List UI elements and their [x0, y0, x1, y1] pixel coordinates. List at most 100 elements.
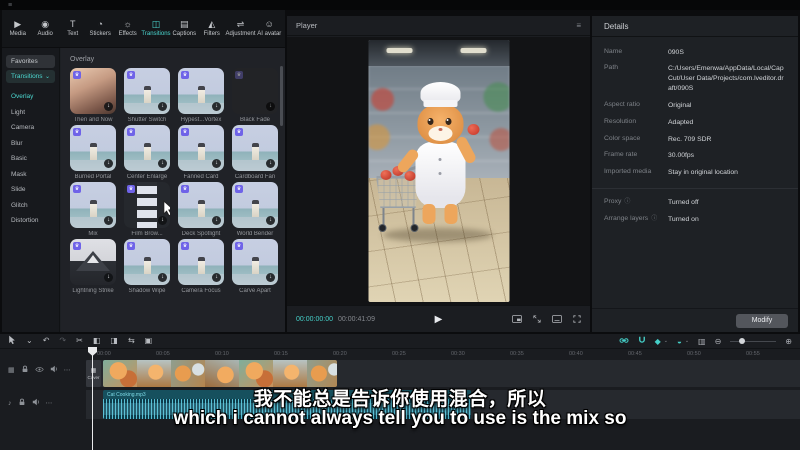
sidebar-item-glitch[interactable]: Glitch: [2, 198, 59, 214]
trim-right-icon[interactable]: ◨: [110, 336, 118, 346]
transition-item-shadow-wipe[interactable]: ♛↓Shadow Wipe: [124, 239, 170, 296]
toolbar-tab-transitions[interactable]: ◫Transitions: [141, 20, 170, 37]
chevron-down-icon[interactable]: ⌄: [685, 338, 689, 344]
sidebar-item-mask[interactable]: Mask: [2, 167, 59, 183]
keyframe-icon[interactable]: ◆: [655, 337, 661, 346]
timeline-zoom-slider[interactable]: [730, 337, 776, 345]
transition-item-cardboard-fan[interactable]: ♛↓Cardboard Fan: [232, 125, 278, 182]
cat-eye: [445, 118, 451, 125]
sidebar-item-overlay[interactable]: Overlay: [2, 89, 59, 105]
toolbar-tab-captions[interactable]: ▤Captions: [171, 20, 198, 37]
pip-icon[interactable]: [512, 310, 522, 328]
zoom-in-icon[interactable]: ⊕: [785, 337, 792, 346]
transition-item-deck-spotlight[interactable]: ♛↓Deck Spotlight: [178, 182, 224, 239]
sidebar-item-transitions[interactable]: Transitions ⌄: [6, 70, 55, 83]
sidebar-item-distortion[interactable]: Distortion: [2, 213, 59, 229]
tomato: [380, 170, 391, 180]
split-icon[interactable]: ✂: [76, 336, 83, 346]
sidebar-item-basic[interactable]: Basic: [2, 151, 59, 167]
track-type-icon[interactable]: ▦: [8, 367, 15, 375]
shopping-cart: [376, 176, 420, 208]
crop-icon[interactable]: ▣: [145, 336, 153, 346]
transition-item-then-and-now[interactable]: ♛↓Then and Now: [70, 68, 116, 125]
zoom-slider-thumb[interactable]: [739, 338, 745, 344]
trim-left-icon[interactable]: ◧: [93, 336, 101, 346]
redo-icon[interactable]: ↷: [59, 336, 66, 346]
transition-item-world-bender[interactable]: ♛↓World Bender: [232, 182, 278, 239]
ruler-tick-label: 00:05: [156, 351, 170, 357]
lock-icon[interactable]: [21, 365, 29, 376]
more-icon[interactable]: ⋯: [64, 367, 71, 375]
video-frame-thumbnail: [273, 360, 307, 387]
cover-button[interactable]: ▦ Cover: [86, 360, 101, 387]
magnet-icon[interactable]: [638, 336, 646, 346]
player-menu-icon[interactable]: ≡: [576, 21, 581, 30]
details-fields: Name090SPathC:/Users/Emenwa/AppData/Loca…: [592, 37, 798, 228]
transition-item-carve-apart[interactable]: ♛↓Carve Apart: [232, 239, 278, 296]
vip-badge-icon: ♛: [73, 128, 81, 136]
fullscreen-icon[interactable]: [573, 310, 581, 328]
chevron-down-icon[interactable]: ⌄: [26, 336, 33, 346]
transition-item-hypest-vortex[interactable]: ♛↓Hypest...Vortex: [178, 68, 224, 125]
transition-name: Film Brow...: [121, 231, 173, 237]
toolbar-tab-text[interactable]: TText: [59, 20, 86, 37]
preview-image: [368, 40, 509, 302]
chef-hat-band: [423, 100, 457, 107]
info-icon[interactable]: ⓘ: [651, 215, 657, 223]
transition-item-burned-portal[interactable]: ♛↓Burned Portal: [70, 125, 116, 182]
toolbar-tab-label: Captions: [172, 31, 196, 37]
app-menu-icon[interactable]: ≡: [8, 2, 12, 9]
coat-button: [438, 158, 441, 161]
transition-item-mix[interactable]: ♛↓Mix: [70, 182, 116, 239]
info-icon[interactable]: ⓘ: [624, 198, 630, 206]
transition-name: Fanned Card: [175, 174, 227, 180]
scale-icon[interactable]: [533, 310, 541, 328]
toolbar-tab-adjustment[interactable]: ⇌Adjustment: [226, 20, 256, 37]
toolbar-tab-effects[interactable]: ☼Effects: [114, 20, 141, 37]
transition-item-film-brow-[interactable]: ♛↓Film Brow...: [124, 182, 170, 239]
auto-snap-icon[interactable]: ◒: [677, 337, 682, 346]
toolbar-tab-audio[interactable]: ◉Audio: [31, 20, 58, 37]
ratio-icon[interactable]: [552, 310, 562, 328]
toolbar-tab-filters[interactable]: ◭Filters: [198, 20, 225, 37]
ceiling: [368, 40, 509, 66]
zoom-out-icon[interactable]: ⊖: [715, 337, 722, 346]
play-button[interactable]: ▶: [435, 314, 443, 325]
ruler-tick-label: 00:35: [510, 351, 524, 357]
select-tool-icon[interactable]: [8, 335, 16, 348]
toolbar-tab-stickers[interactable]: ◔Stickers: [86, 20, 113, 37]
transition-item-lightning-strike[interactable]: ♛↓Lightning Strike: [70, 239, 116, 296]
video-clip[interactable]: [103, 360, 337, 387]
transition-item-shutter-switch[interactable]: ♛↓Shutter Switch: [124, 68, 170, 125]
preview-canvas[interactable]: [287, 37, 590, 305]
sidebar-item-camera[interactable]: Camera: [2, 120, 59, 136]
vip-badge-icon: ♛: [127, 242, 135, 250]
grid-scrollbar[interactable]: [280, 66, 283, 126]
transition-item-camera-focus[interactable]: ♛↓Camera Focus: [178, 239, 224, 296]
sidebar-item-blur[interactable]: Blur: [2, 136, 59, 152]
reverse-icon[interactable]: ⇆: [128, 336, 135, 346]
hide-icon[interactable]: [35, 366, 44, 376]
toolbar-tab-ai-avatar[interactable]: ☺AI avatar: [256, 20, 283, 37]
transition-thumbnail: ♛↓: [232, 125, 278, 171]
transition-item-black-fade[interactable]: ♛↓Black Fade: [232, 68, 278, 125]
details-row-aspect-ratio: Aspect ratioOriginal: [592, 97, 798, 114]
sidebar-item-slide[interactable]: Slide: [2, 182, 59, 198]
field-label: Path: [604, 64, 668, 94]
download-icon: ↓: [104, 216, 113, 225]
transition-name: Then and Now: [67, 117, 119, 123]
ruler-tick-label: 00:50: [687, 351, 701, 357]
preview-strip-icon[interactable]: ▥: [698, 337, 706, 346]
transition-item-center-enlarge[interactable]: ♛↓Center Enlarge: [124, 125, 170, 182]
link-clips-icon[interactable]: [619, 337, 629, 346]
undo-icon[interactable]: ↶: [43, 336, 50, 346]
chevron-down-icon[interactable]: ⌄: [664, 338, 668, 344]
transition-item-fanned-card[interactable]: ♛↓Fanned Card: [178, 125, 224, 182]
sidebar-item-light[interactable]: Light: [2, 105, 59, 121]
toolbar-tab-media[interactable]: ▶Media: [4, 20, 31, 37]
timeline-ruler[interactable]: 00:0000:0500:1000:1500:2000:2500:3000:35…: [0, 349, 800, 359]
modify-button[interactable]: Modify: [736, 314, 788, 328]
mute-icon[interactable]: [50, 365, 58, 376]
audio-icon: ◉: [41, 20, 49, 29]
sidebar-item-favorites[interactable]: Favorites: [6, 55, 55, 68]
